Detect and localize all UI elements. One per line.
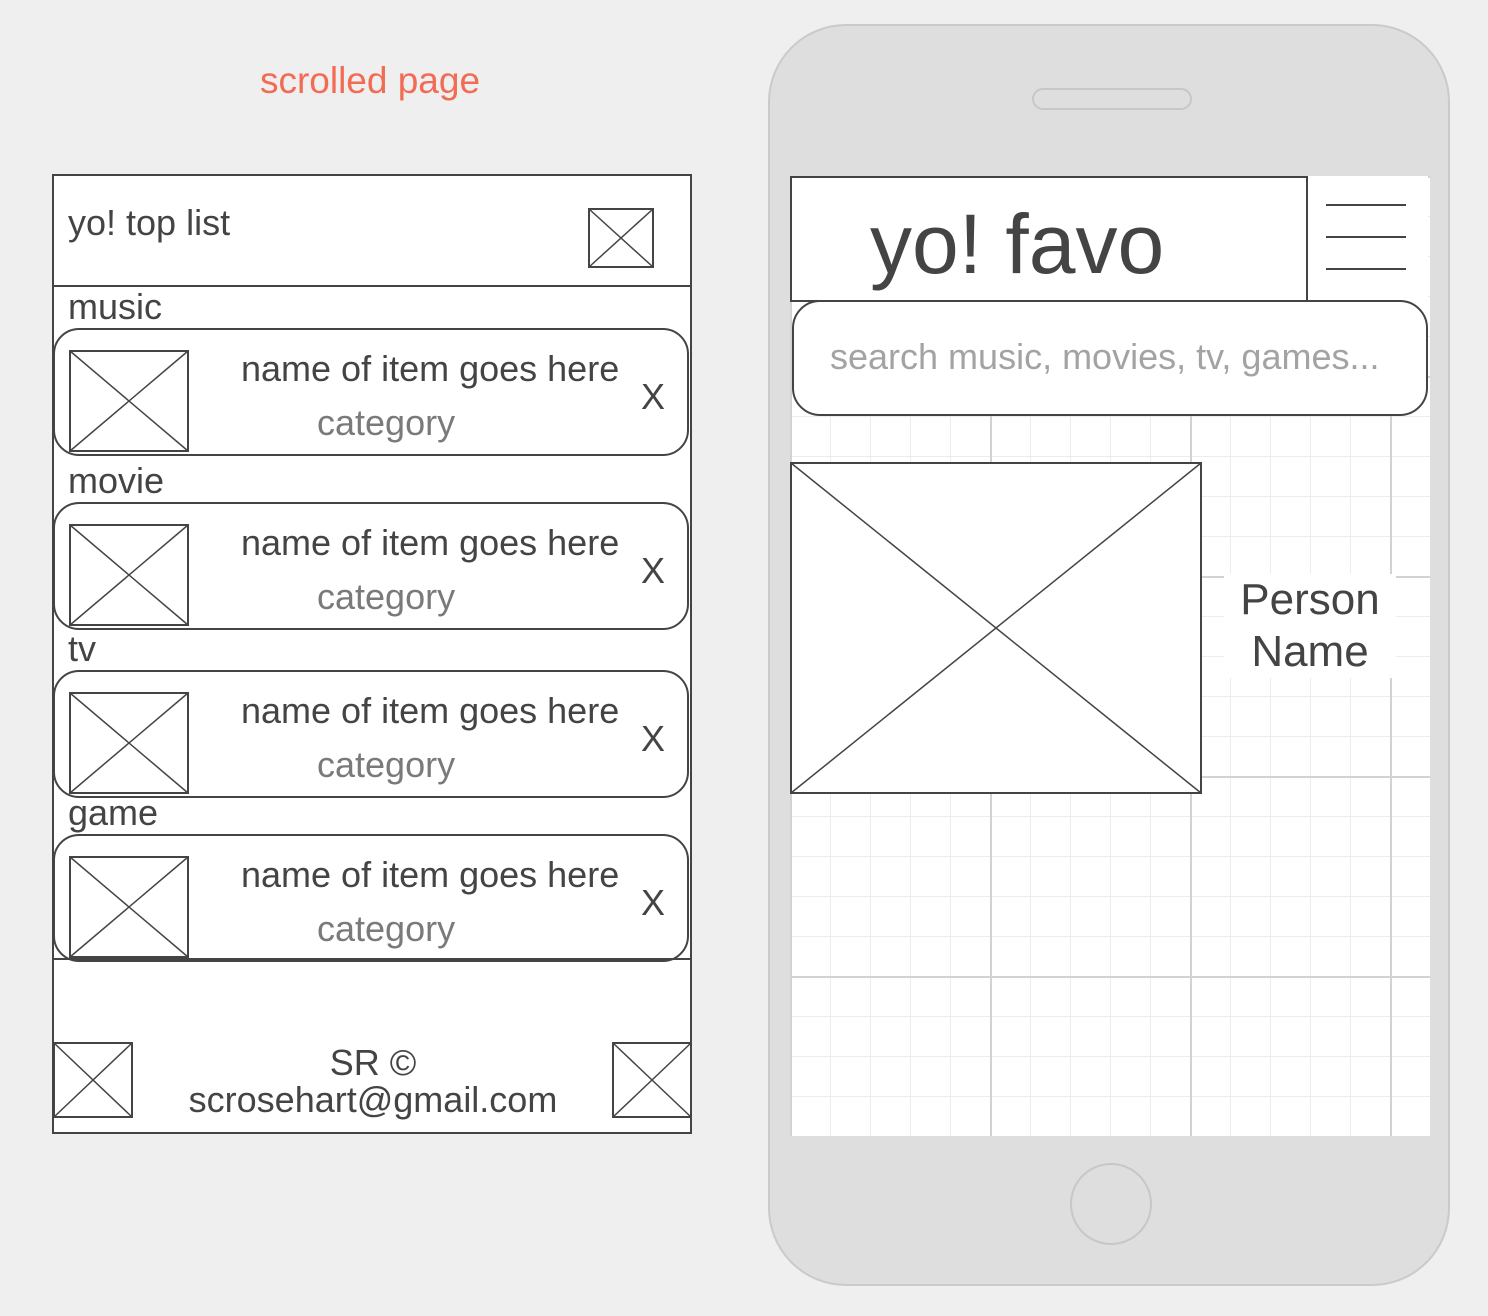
item-name: name of item goes here	[241, 348, 620, 389]
person-name: Person Name	[1224, 574, 1396, 678]
menu-line	[1326, 204, 1406, 206]
page-footer: SR © scrosehart@gmail.com	[53, 958, 692, 1132]
section-label-tv: tv	[68, 628, 97, 669]
section-label-music: music	[68, 286, 163, 327]
left-page-title: yo! top list	[68, 202, 231, 243]
person-name-last: Name	[1251, 627, 1369, 676]
remove-item-button[interactable]: X	[641, 882, 665, 924]
list-item[interactable]: name of item goes here category X	[53, 328, 689, 456]
phone-screen: yo! favo search music, movies, tv, games…	[790, 176, 1430, 1136]
item-thumbnail-placeholder-icon	[69, 692, 189, 794]
footer-right-image-placeholder-icon[interactable]	[612, 1042, 692, 1118]
header-image-placeholder-icon[interactable]	[588, 208, 654, 268]
search-placeholder: search music, movies, tv, games...	[830, 336, 1380, 377]
item-name: name of item goes here	[241, 522, 620, 563]
profile-image-placeholder-icon	[790, 462, 1202, 794]
list-item[interactable]: name of item goes here category X	[53, 502, 689, 630]
remove-item-button[interactable]: X	[641, 718, 665, 760]
item-category: category	[317, 744, 456, 785]
footer-credit: SR © scrosehart@gmail.com	[54, 1044, 692, 1118]
item-thumbnail-placeholder-icon	[69, 350, 189, 452]
menu-line	[1326, 236, 1406, 238]
phone-speaker	[1032, 88, 1192, 110]
app-title-bar: yo! favo	[790, 176, 1308, 302]
footer-copyright: SR ©	[329, 1042, 417, 1083]
scrolled-page-frame: yo! top list music name of item goes her…	[52, 174, 692, 1134]
remove-item-button[interactable]: X	[641, 376, 665, 418]
hamburger-menu-icon[interactable]	[1308, 176, 1428, 300]
item-thumbnail-placeholder-icon	[69, 856, 189, 958]
remove-item-button[interactable]: X	[641, 550, 665, 592]
list-item[interactable]: name of item goes here category X	[53, 834, 689, 962]
item-category: category	[317, 402, 456, 443]
list-item[interactable]: name of item goes here category X	[53, 670, 689, 798]
item-thumbnail-placeholder-icon	[69, 524, 189, 626]
footer-email[interactable]: scrosehart@gmail.com	[54, 1081, 692, 1118]
search-input[interactable]: search music, movies, tv, games...	[792, 300, 1428, 416]
item-name: name of item goes here	[241, 854, 620, 895]
menu-line	[1326, 268, 1406, 270]
person-name-first: Person	[1240, 575, 1380, 624]
section-label-game: game	[68, 792, 159, 833]
app-title: yo! favo	[870, 197, 1165, 291]
left-header: yo! top list	[54, 176, 690, 287]
phone-home-button[interactable]	[1070, 1163, 1152, 1245]
scrolled-page-caption: scrolled page	[259, 60, 481, 101]
item-name: name of item goes here	[241, 690, 620, 731]
item-category: category	[317, 908, 456, 949]
item-category: category	[317, 576, 456, 617]
section-label-movie: movie	[68, 460, 165, 501]
phone-mockup: yo! favo search music, movies, tv, games…	[768, 24, 1450, 1286]
